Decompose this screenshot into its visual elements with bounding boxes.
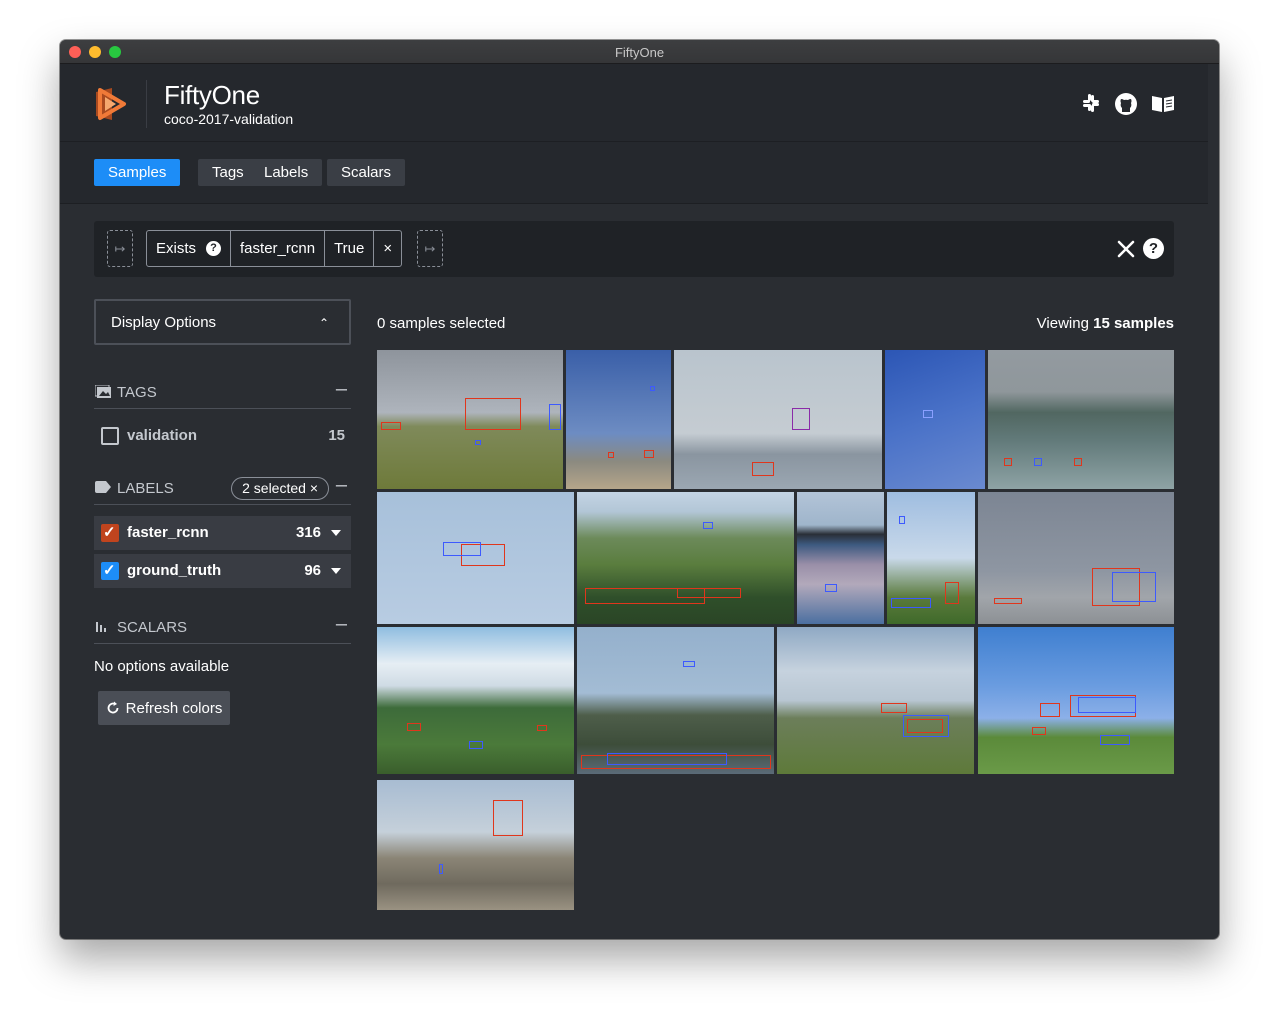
slack-icon[interactable] <box>1080 92 1102 114</box>
tab-labels[interactable]: Labels <box>250 159 323 186</box>
viewing-count: Viewing 15 samples <box>1037 315 1174 332</box>
stage-value[interactable]: True <box>325 231 375 266</box>
sample-tile[interactable] <box>978 627 1174 774</box>
sample-tile[interactable] <box>377 350 563 489</box>
scalars-section-title: SCALARS <box>117 619 188 636</box>
remove-stage-button[interactable]: × <box>374 231 401 266</box>
stage-field[interactable]: faster_rcnn <box>231 231 326 266</box>
fiftyone-logo-icon <box>96 88 126 120</box>
docs-book-icon[interactable] <box>1150 92 1176 114</box>
viewing-samples: 15 samples <box>1093 315 1174 332</box>
refresh-icon <box>107 701 119 714</box>
tab-tags[interactable]: Tags <box>198 159 258 186</box>
label-count: 96 <box>304 562 321 579</box>
sample-tile[interactable] <box>377 627 574 774</box>
sample-tile[interactable] <box>797 492 884 624</box>
label-expand-icon[interactable] <box>331 530 341 536</box>
label-expand-icon[interactable] <box>331 568 341 574</box>
refresh-colors-label: Refresh colors <box>125 699 223 717</box>
stage-name[interactable]: Exists? <box>147 231 232 266</box>
stage-name-label: Exists <box>156 240 197 257</box>
labels-section-header: LABELS 2 selected × – <box>94 469 351 505</box>
label-name: faster_rcnn <box>127 524 209 541</box>
dataset-name: coco-2017-validation <box>164 111 294 127</box>
tab-samples[interactable]: Samples <box>94 159 181 186</box>
tags-section-title: TAGS <box>117 384 157 401</box>
collapse-tags-button[interactable]: – <box>336 378 347 401</box>
sample-tile[interactable] <box>978 492 1174 624</box>
sample-tile[interactable] <box>674 350 882 489</box>
app-header: FiftyOne coco-2017-validation <box>60 64 1208 142</box>
stage-help-icon[interactable]: ? <box>206 241 222 256</box>
view-help-icon[interactable]: ? <box>1143 238 1164 259</box>
add-stage-after-button[interactable]: ↦ <box>417 230 443 267</box>
collapse-scalars-button[interactable]: – <box>336 613 347 636</box>
label-tag-icon <box>95 481 111 493</box>
tab-scalars[interactable]: Scalars <box>327 159 406 186</box>
add-stage-before-button[interactable]: ↦ <box>107 230 133 267</box>
tag-label: validation <box>127 427 198 444</box>
tag-checkbox[interactable] <box>101 427 119 445</box>
labels-selected-badge[interactable]: 2 selected × <box>231 477 329 500</box>
sample-tile[interactable] <box>577 627 774 774</box>
logo-divider <box>146 80 147 128</box>
viewing-prefix: Viewing <box>1036 315 1094 332</box>
labels-section-title: LABELS <box>117 480 174 497</box>
window-titlebar: FiftyOne <box>60 40 1219 64</box>
chevron-up-icon: ⌃ <box>318 316 329 330</box>
display-options-label: Display Options <box>111 314 217 331</box>
selected-count: 0 samples selected <box>377 315 506 332</box>
clear-view-icon[interactable] <box>1112 235 1140 263</box>
sample-tile[interactable] <box>377 780 574 910</box>
window-title: FiftyOne <box>614 45 665 60</box>
label-name: ground_truth <box>127 562 222 579</box>
view-bar: ↦ Exists? faster_rcnn True × ↦ ? <box>94 221 1174 277</box>
tag-row-validation[interactable]: validation 15 <box>94 419 351 453</box>
scalars-section-header: SCALARS – <box>94 608 351 644</box>
display-options-dropdown[interactable]: Display Options ⌃ <box>94 299 351 345</box>
app-name: FiftyOne <box>164 80 260 110</box>
header-icons <box>1080 92 1176 116</box>
image-tags-icon <box>95 385 111 398</box>
tags-section-header: TAGS – <box>94 373 351 409</box>
filter-stage: Exists? faster_rcnn True × <box>146 230 403 267</box>
sample-tile[interactable] <box>885 350 985 489</box>
tabs-bar: Samples Tags Labels Scalars <box>60 142 1208 204</box>
sample-tile[interactable] <box>377 492 574 624</box>
sidebar: Display Options ⌃ TAGS – validation 15 L… <box>94 299 351 725</box>
sample-tile[interactable] <box>777 627 974 774</box>
bar-chart-icon <box>96 622 106 632</box>
label-count: 316 <box>295 524 321 541</box>
sample-tile[interactable] <box>577 492 794 624</box>
github-icon[interactable] <box>1114 92 1138 116</box>
sample-tile[interactable] <box>887 492 975 624</box>
refresh-colors-button[interactable]: Refresh colors <box>98 691 230 725</box>
label-checkbox[interactable] <box>101 523 119 542</box>
collapse-labels-button[interactable]: – <box>336 474 347 497</box>
sample-tile[interactable] <box>566 350 671 489</box>
label-checkbox[interactable] <box>101 561 119 580</box>
tag-count: 15 <box>328 427 345 444</box>
label-row-ground-truth[interactable]: ground_truth 96 <box>94 554 351 588</box>
scalars-empty-text: No options available <box>94 658 230 675</box>
sample-tile[interactable] <box>988 350 1174 489</box>
label-row-faster-rcnn[interactable]: faster_rcnn 316 <box>94 516 351 550</box>
app-window: FiftyOne FiftyOne coco-2017-validation S… <box>60 40 1219 939</box>
